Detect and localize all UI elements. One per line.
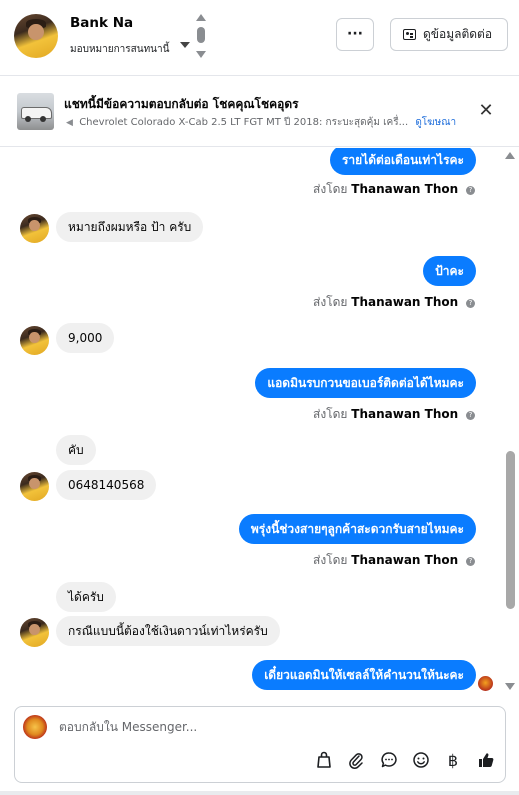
outgoing-message[interactable]: รายได้ต่อเดือนเท่าไรคะ	[329, 148, 476, 175]
sender-name[interactable]: Thanawan Thon	[351, 182, 458, 196]
scroll-up-icon[interactable]	[505, 152, 515, 159]
reply-input[interactable]	[59, 720, 479, 734]
sender-avatar[interactable]	[20, 326, 49, 355]
sent-by-prefix: ส่งโดย	[313, 295, 348, 309]
incoming-message[interactable]: คับ	[56, 435, 96, 465]
incoming-message[interactable]: กรณีแบบนี้ต้องใช้เงินดาวน์เท่าไหร่ครับ	[56, 616, 280, 646]
ad-reply-banner: แชทนี้มีข้อความตอบกลับต่อ โชคคุณโชคอุดร …	[0, 77, 519, 147]
info-icon[interactable]: ?	[466, 411, 475, 420]
outgoing-message[interactable]: ป้าคะ	[423, 256, 476, 286]
chat-bubble-icon[interactable]	[379, 751, 399, 771]
chevron-down-icon[interactable]	[180, 42, 190, 48]
sender-avatar[interactable]	[20, 472, 49, 501]
info-icon[interactable]: ?	[466, 299, 475, 308]
info-icon[interactable]: ?	[466, 557, 475, 566]
scroll-down-icon[interactable]	[505, 683, 515, 690]
scroll-up-icon[interactable]	[196, 14, 206, 21]
ad-description: Chevrolet Colorado X-Cab 2.5 LT FGT MT ป…	[79, 117, 409, 128]
scroll-down-icon[interactable]	[196, 51, 206, 58]
reply-composer: ฿	[14, 706, 506, 783]
sender-name[interactable]: Thanawan Thon	[351, 407, 458, 421]
outgoing-message[interactable]: พรุ่งนี้ช่วงสายๆลูกค้าสะดวกรับสายไหมคะ	[238, 514, 476, 544]
ad-description-row: ◀ Chevrolet Colorado X-Cab 2.5 LT FGT MT…	[66, 115, 456, 130]
header-scrollbar[interactable]	[196, 14, 206, 60]
scroll-thumb[interactable]	[197, 27, 205, 43]
window-bottom-edge	[0, 791, 519, 795]
more-options-button[interactable]: ···	[336, 18, 374, 51]
info-icon[interactable]: ?	[466, 186, 475, 195]
page-logo-icon	[23, 715, 47, 739]
message-thread[interactable]: รายได้ต่อเดือนเท่าไรคะ ส่งโดย Thanawan T…	[0, 148, 519, 697]
paperclip-icon[interactable]	[346, 751, 366, 771]
sent-by-prefix: ส่งโดย	[313, 182, 348, 196]
view-contact-button[interactable]: ดูข้อมูลติดต่อ	[390, 18, 508, 51]
thumbs-up-icon[interactable]	[476, 751, 496, 771]
sender-avatar[interactable]	[20, 618, 49, 647]
contact-name[interactable]: Bank Na	[70, 15, 133, 31]
incoming-message[interactable]: 9,000	[56, 323, 115, 353]
contact-card-icon	[403, 29, 416, 40]
sent-by-prefix: ส่งโดย	[313, 407, 348, 421]
speaker-icon: ◀	[66, 118, 73, 128]
seen-avatar-icon	[478, 676, 493, 691]
sent-by-label: ส่งโดย Thanawan Thon ?	[313, 551, 475, 570]
bag-icon[interactable]	[314, 751, 334, 771]
incoming-message[interactable]: หมายถึงผมหรือ ป้า ครับ	[56, 212, 204, 242]
view-contact-label: ดูข้อมูลติดต่อ	[423, 27, 493, 41]
outgoing-message[interactable]: เดี๋ยวแอดมินให้เซลล์ให้คำนวนให้นะคะ	[252, 660, 476, 690]
assign-conversation-label[interactable]: มอบหมายการสนทนานี้	[70, 42, 169, 57]
ad-title: แชทนี้มีข้อความตอบกลับต่อ โชคคุณโชคอุดร	[64, 97, 299, 111]
contact-avatar[interactable]	[14, 14, 58, 58]
sent-by-label: ส่งโดย Thanawan Thon ?	[313, 180, 475, 199]
sender-name[interactable]: Thanawan Thon	[351, 553, 458, 567]
sent-by-label: ส่งโดย Thanawan Thon ?	[313, 405, 475, 424]
sender-avatar[interactable]	[20, 214, 49, 243]
ad-thumbnail[interactable]	[17, 93, 54, 130]
conversation-header: Bank Na มอบหมายการสนทนานี้ ··· ดูข้อมูลต…	[0, 0, 519, 76]
outgoing-message[interactable]: แอดมินรบกวนขอเบอร์ติดต่อได้ไหมคะ	[255, 368, 476, 398]
incoming-message[interactable]: ได้ครับ	[56, 582, 116, 612]
emoji-icon[interactable]	[411, 751, 431, 771]
thread-scroll-thumb[interactable]	[506, 451, 515, 609]
close-icon[interactable]: ✕	[476, 101, 496, 121]
baht-icon[interactable]: ฿	[443, 751, 463, 771]
incoming-message[interactable]: 0648140568	[56, 470, 157, 500]
sent-by-prefix: ส่งโดย	[313, 553, 348, 567]
sent-by-label: ส่งโดย Thanawan Thon ?	[313, 293, 475, 312]
sender-name[interactable]: Thanawan Thon	[351, 295, 458, 309]
view-ad-link[interactable]: ดูโฆษณา	[415, 117, 456, 128]
